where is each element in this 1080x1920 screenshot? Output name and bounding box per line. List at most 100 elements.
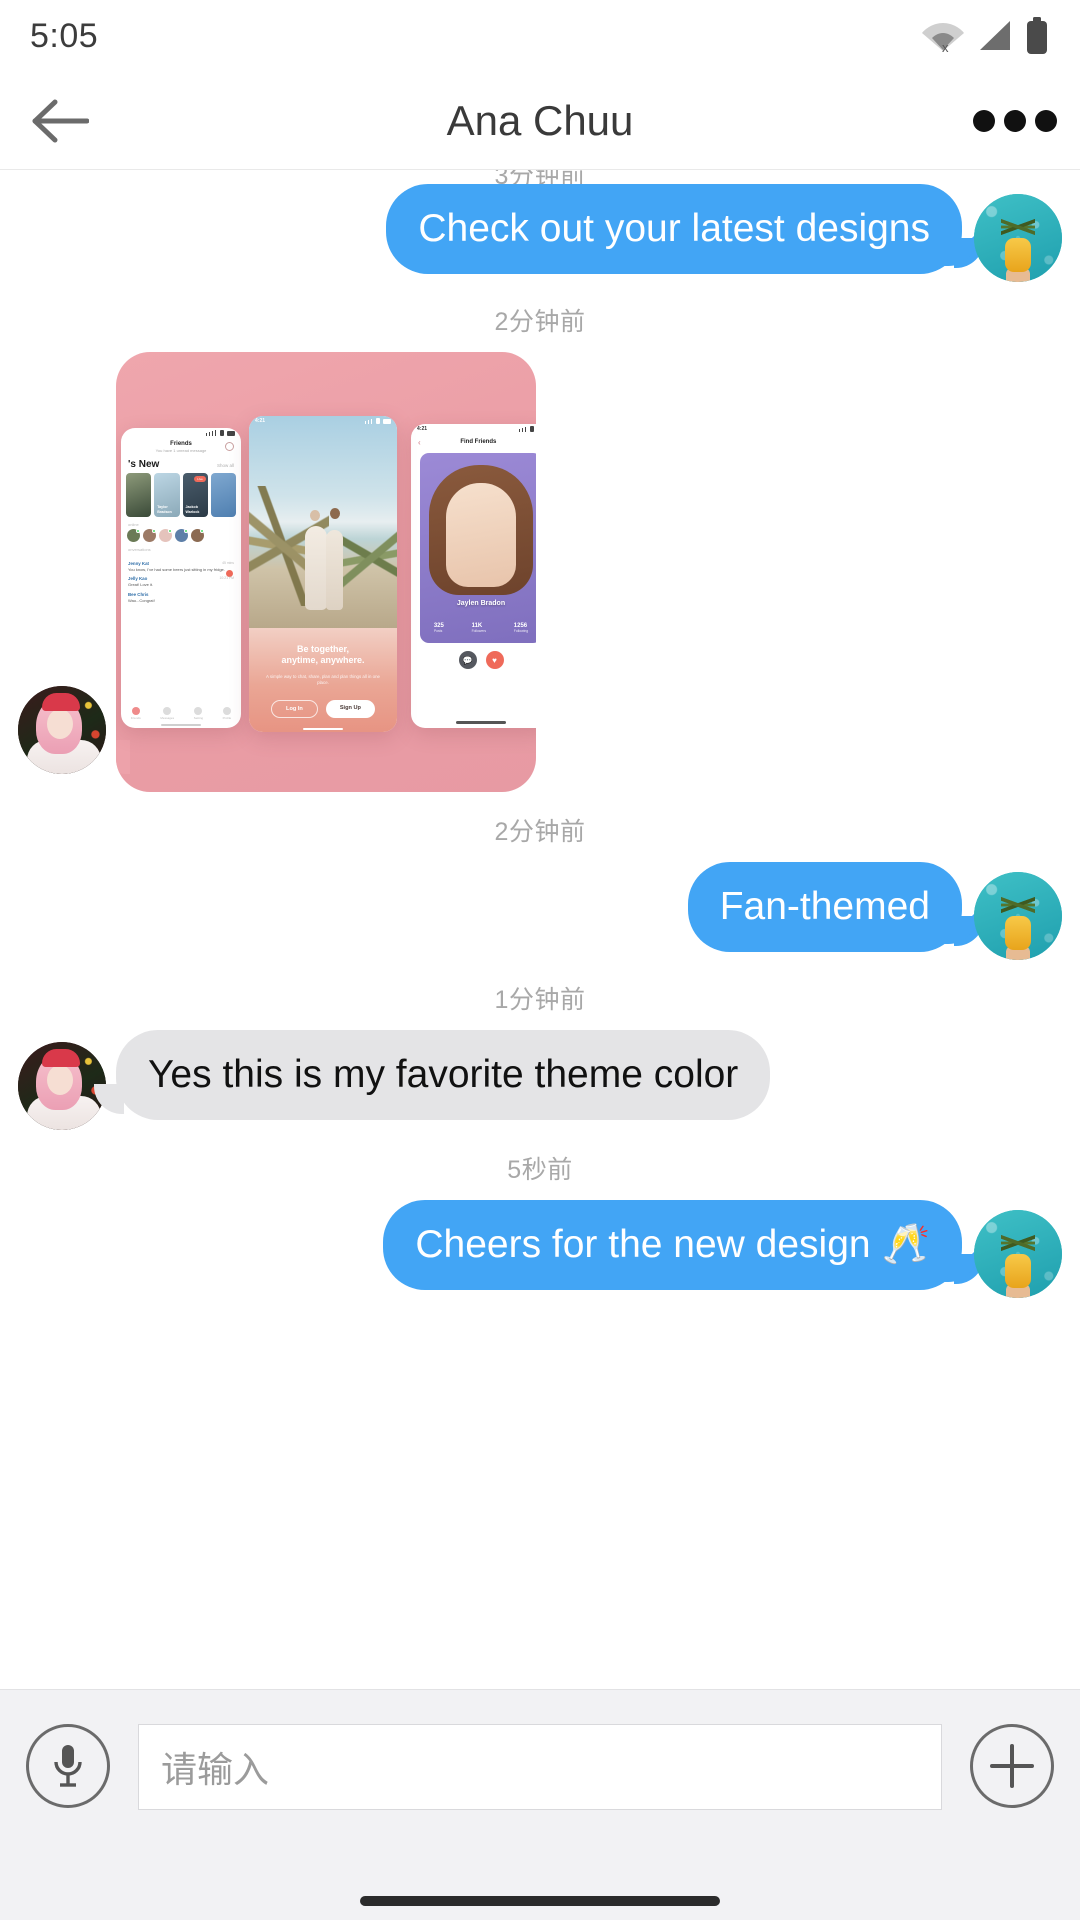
mockup-tab-label: Friends xyxy=(130,716,141,720)
mockup-signup-button: Sign Up xyxy=(325,699,375,718)
mockup-buttons: Log In Sign Up xyxy=(249,699,397,718)
mockup-conv-time: 10:21 PM xyxy=(219,576,234,581)
mockup-avatar xyxy=(127,529,140,542)
mockup-time: 4:21 xyxy=(417,426,428,432)
mockup-stat-label: Followers xyxy=(471,629,487,633)
mockup-conv-time: 45 mins xyxy=(222,561,234,565)
mockup-avatar xyxy=(191,529,204,542)
chat-header: Ana Chuu xyxy=(0,72,1080,170)
back-arrow-icon xyxy=(32,99,89,142)
mockup-tab: Messages xyxy=(160,707,174,720)
mockup-conversation-list: Jenny Kat You know, I've had some beers … xyxy=(121,554,241,603)
avatar-image xyxy=(41,1049,80,1068)
mockup-story-cards: Taylor Bradson Live Jackob Warlock xyxy=(121,473,241,517)
mockup-conv-name: Jenny Kat xyxy=(128,561,149,566)
message-row: Check out your latest designs xyxy=(0,184,1080,282)
heart-icon: ♥ xyxy=(485,651,504,669)
avatar[interactable] xyxy=(974,194,1062,282)
back-button[interactable] xyxy=(0,72,120,170)
avatar[interactable] xyxy=(974,872,1062,960)
mockup-status-bar: 4:21 xyxy=(249,416,397,426)
avatar-image xyxy=(1005,1254,1031,1288)
avatar[interactable] xyxy=(974,1210,1062,1298)
mockup-show-all: Show all xyxy=(216,463,234,468)
mockup-avatar xyxy=(175,529,188,542)
mockup-card-name: Taylor Bradson xyxy=(157,505,172,514)
microphone-button[interactable] xyxy=(26,1724,110,1808)
mockup-stat: 325 Posts xyxy=(434,623,444,633)
mockup-tab-label: Messages xyxy=(160,716,175,720)
mockup-tab-bar: Friends Messages Setting Profile xyxy=(121,707,241,720)
mockup-home-indicator xyxy=(161,724,201,726)
svg-text:x: x xyxy=(942,40,949,53)
mockup-login-button: Log In xyxy=(271,699,318,718)
mockup-avatar xyxy=(159,529,172,542)
more-dot-icon xyxy=(1035,109,1057,132)
mockup-conv-preview: You know, I've had some beers just sitti… xyxy=(128,567,225,572)
add-attachment-button[interactable] xyxy=(970,1724,1054,1808)
mockup-card xyxy=(126,473,152,517)
mockup-card xyxy=(210,473,236,517)
mockup-conv-preview: Great! Love it. xyxy=(128,582,154,588)
mockup-phone-right: 4:21 ‹ Find Friends Jaylen Bradon 325 Po… xyxy=(411,424,536,728)
message-row: Friends You have 1 unread message 's New… xyxy=(0,352,1080,792)
mockup-signal-icon xyxy=(518,426,537,432)
mockup-stat-label: Posts xyxy=(433,629,443,633)
mockup-card: Taylor Bradson xyxy=(154,473,180,517)
mockup-stat: 1256 Following xyxy=(514,623,528,633)
message-timestamp: 2分钟前 xyxy=(494,818,586,846)
search-icon xyxy=(225,442,234,451)
mockup-description: A simple way to chat, share, plan and pl… xyxy=(266,673,380,685)
mockup-section-heading: 's New xyxy=(128,459,160,470)
message-bubble-outgoing[interactable]: Cheers for the new design 🥂 xyxy=(383,1200,984,1291)
mockup-time: 4:21 xyxy=(255,418,266,424)
mockup-stat-label: Following xyxy=(513,629,529,633)
message-input-bar: 请输入 xyxy=(0,1689,1080,1920)
message-bubble-outgoing[interactable]: Fan-themed xyxy=(687,862,985,953)
mockup-title: Find Friends xyxy=(460,439,497,445)
mockup-conv-name: Jelly Kao xyxy=(128,576,148,582)
avatar-image xyxy=(1001,1228,1035,1258)
avatar[interactable] xyxy=(18,686,106,774)
avatar-image xyxy=(41,693,80,712)
more-options-button[interactable] xyxy=(950,72,1080,170)
message-list[interactable]: 3分钟前 Check out your latest designs 2分钟前 xyxy=(0,170,1080,1689)
message-timestamp: 1分钟前 xyxy=(494,986,586,1014)
microphone-icon xyxy=(54,1745,82,1787)
mockup-online-label: online xyxy=(128,522,139,527)
mockup-nav-bar: ‹ Find Friends xyxy=(411,434,536,450)
mockup-action-buttons: 💬 ♥ xyxy=(411,651,536,669)
avatar-image xyxy=(1001,212,1035,242)
mockup-online-avatars xyxy=(121,529,241,542)
more-dot-icon xyxy=(1004,109,1026,132)
mockup-profile-name: Jaylen Bradon xyxy=(456,600,506,607)
avatar-image xyxy=(47,708,74,739)
status-bar: 5:05 x xyxy=(0,0,1080,72)
cellular-signal-icon xyxy=(980,21,1010,50)
mockup-couple-photo xyxy=(303,508,343,610)
message-bubble-outgoing[interactable]: Check out your latest designs xyxy=(386,184,984,275)
mockup-stat: 11K Followers xyxy=(472,623,487,633)
avatar[interactable] xyxy=(18,1042,106,1130)
message-text-input[interactable]: 请输入 xyxy=(138,1724,942,1810)
mockup-status-bar: 4:21 xyxy=(411,424,536,434)
battery-full-icon xyxy=(1027,17,1047,54)
image-message[interactable]: Friends You have 1 unread message 's New… xyxy=(116,352,536,792)
mockup-avatar xyxy=(143,529,156,542)
wifi-off-icon: x xyxy=(922,23,964,53)
status-time: 5:05 xyxy=(30,16,99,55)
mockup-phone-left: Friends You have 1 unread message 's New… xyxy=(121,428,241,728)
message-row: Fan-themed xyxy=(0,862,1080,960)
mockup-conversations-label: onversations xyxy=(128,547,151,552)
message-bubble-incoming[interactable]: Yes this is my favorite theme color xyxy=(93,1030,771,1121)
mockup-tab: Profile xyxy=(223,707,231,720)
mockup-signal-icon xyxy=(364,418,391,424)
mockup-section-header: 's New Show all xyxy=(121,453,241,473)
mockup-tab-label: Setting xyxy=(193,716,204,720)
home-indicator xyxy=(360,1896,720,1906)
message-timestamp: 2分钟前 xyxy=(494,308,586,336)
mockup-signal-icon xyxy=(205,430,235,436)
mockup-portrait xyxy=(446,483,516,587)
mockup-card-badge: Live xyxy=(194,476,206,482)
mockup-phone-middle: 4:21 Be together, anytime, anywhere. A s… xyxy=(249,416,397,732)
